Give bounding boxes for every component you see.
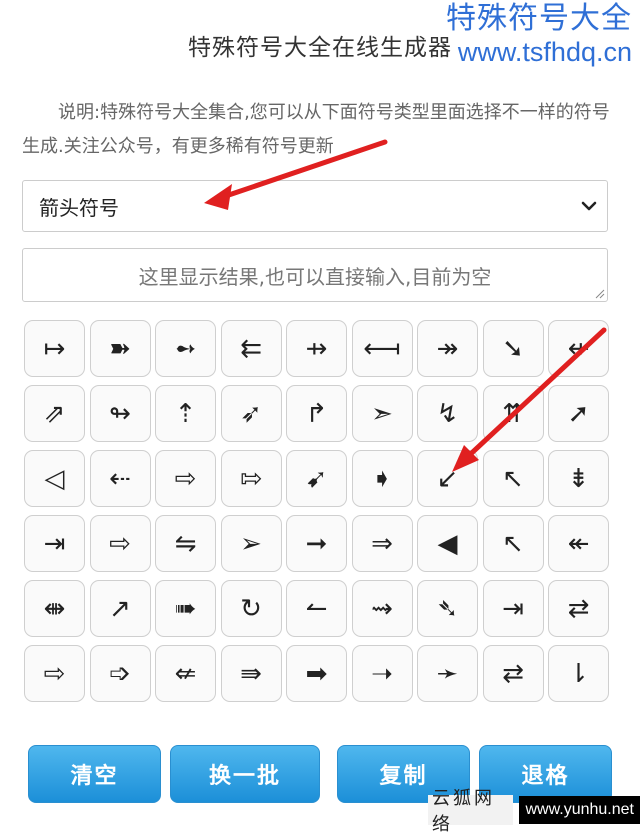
symbol-cell[interactable]: ◁: [24, 450, 85, 507]
symbol-cell[interactable]: ⇛: [220, 645, 282, 702]
symbol-cell[interactable]: ↻: [220, 580, 282, 637]
symbol-cell[interactable]: ⇡: [155, 385, 216, 442]
symbol-cell[interactable]: ⇨: [89, 515, 151, 572]
symbol-cell[interactable]: ➴: [417, 580, 478, 637]
symbol-cell[interactable]: ↗: [89, 580, 151, 637]
description-text: 说明:特殊符号大全集合,您可以从下面符号类型里面选择不一样的符号生成.关注公众号…: [22, 102, 610, 157]
symbol-cell[interactable]: ⇇: [220, 320, 282, 377]
symbol-cell[interactable]: ➻: [155, 320, 216, 377]
symbol-cell[interactable]: ◀: [417, 515, 478, 572]
symbol-cell[interactable]: ⇥: [482, 580, 544, 637]
resize-handle-icon[interactable]: [593, 287, 605, 299]
category-select-value: 箭头符号: [39, 195, 119, 220]
symbol-cell[interactable]: ➽: [89, 320, 151, 377]
symbol-cell[interactable]: ⇨: [24, 645, 85, 702]
symbol-cell[interactable]: ⇝: [351, 580, 413, 637]
symbol-cell[interactable]: ➛: [417, 645, 478, 702]
result-placeholder: 这里显示结果,也可以直接输入,目前为空: [138, 264, 492, 289]
symbol-grid: ↦ ➽ ➻ ⇇ ⇸ ⟻ ↠ ➘ ⇷ ⇗ ↬ ⇡ ➶ ↱ ➣ ↯ ⇈ ➚ ◁ ⇠ ⇨ ⇰ ➹ ➧ ↙ ↖ ⇟ ⇥ ⇨ ⇋ ➢ ➞ ⇒ ◀ ↖ ↞ ⇼ ↗ ➠ ↻…: [24, 320, 609, 702]
clear-button[interactable]: 清空: [28, 745, 161, 803]
watermark: 特殊符号大全 www.tsfhdq.cn: [446, 1, 632, 68]
symbol-cell[interactable]: ↯: [417, 385, 478, 442]
symbol-cell[interactable]: ➩: [89, 645, 151, 702]
watermark-url: www.tsfhdq.cn: [457, 36, 632, 67]
symbol-cell[interactable]: ➘: [482, 320, 544, 377]
symbol-cell[interactable]: ⇈: [482, 385, 544, 442]
symbol-cell[interactable]: ↖: [482, 515, 544, 572]
symbol-cell[interactable]: ⇂: [548, 645, 609, 702]
symbol-cell[interactable]: ⟻: [351, 320, 413, 377]
symbol-cell[interactable]: ⇋: [155, 515, 216, 572]
chevron-down-icon: [581, 201, 597, 211]
symbol-cell[interactable]: ⇸: [286, 320, 347, 377]
symbol-cell[interactable]: ⇠: [89, 450, 151, 507]
symbol-cell[interactable]: ➡: [286, 645, 347, 702]
symbol-cell[interactable]: ➠: [155, 580, 216, 637]
footer-brand: 云狐网络: [428, 788, 514, 835]
symbol-cell[interactable]: ⇍: [155, 645, 216, 702]
symbol-cell[interactable]: ⇨: [155, 450, 216, 507]
symbol-cell[interactable]: ⇗: [24, 385, 85, 442]
footer-url: www.yunhu.net: [519, 795, 640, 824]
symbol-cell[interactable]: ⇄: [548, 580, 609, 637]
symbol-cell[interactable]: ↙: [417, 450, 478, 507]
symbol-cell[interactable]: ⇒: [351, 515, 413, 572]
symbol-cell[interactable]: ↱: [286, 385, 347, 442]
symbol-cell[interactable]: ⇰: [220, 450, 282, 507]
symbol-cell[interactable]: ↬: [89, 385, 151, 442]
symbol-cell[interactable]: ➚: [548, 385, 609, 442]
next-batch-button[interactable]: 换一批: [170, 745, 320, 803]
footer-watermark: 云狐网络 www.yunhu.net: [428, 788, 640, 835]
symbol-cell[interactable]: ➞: [286, 515, 347, 572]
symbol-cell[interactable]: ↠: [417, 320, 478, 377]
symbol-cell[interactable]: ⇼: [24, 580, 85, 637]
symbol-cell[interactable]: ➹: [286, 450, 347, 507]
result-textarea[interactable]: 这里显示结果,也可以直接输入,目前为空: [22, 248, 608, 302]
symbol-cell[interactable]: ⇄: [482, 645, 544, 702]
symbol-cell[interactable]: ➣: [351, 385, 413, 442]
symbol-cell[interactable]: ↦: [24, 320, 85, 377]
symbol-cell[interactable]: ➶: [220, 385, 282, 442]
symbol-cell[interactable]: ⇷: [548, 320, 609, 377]
symbol-cell[interactable]: ↖: [482, 450, 544, 507]
watermark-title: 特殊符号大全: [446, 1, 632, 36]
symbol-cell[interactable]: ↞: [548, 515, 609, 572]
symbol-cell[interactable]: ⇟: [548, 450, 609, 507]
symbol-cell[interactable]: ➝: [351, 645, 413, 702]
symbol-cell[interactable]: ➧: [351, 450, 413, 507]
symbol-cell[interactable]: ↼: [286, 580, 347, 637]
symbol-cell[interactable]: ⇥: [24, 515, 85, 572]
category-select[interactable]: 箭头符号: [22, 180, 608, 232]
symbol-cell[interactable]: ➢: [220, 515, 282, 572]
